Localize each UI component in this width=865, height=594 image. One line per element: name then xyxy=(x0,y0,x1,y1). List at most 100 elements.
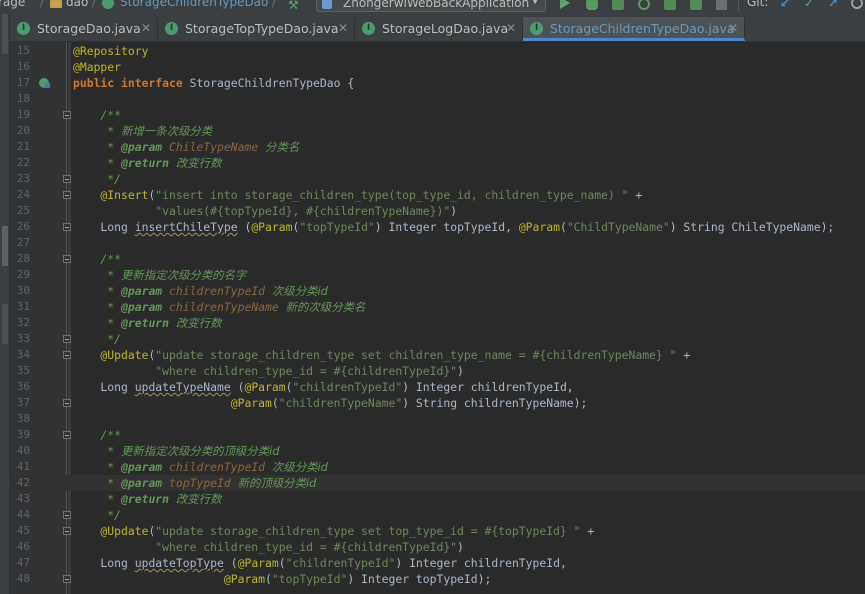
debug-icon[interactable] xyxy=(586,0,598,10)
code-line[interactable]: 26 Long insertChileType (@Param("topType… xyxy=(10,219,865,235)
code-line[interactable]: 48 @Param("topTypeId") Integer topTypeId… xyxy=(10,571,865,587)
run-configuration-dropdown[interactable]: ZhongerwiWebBackApplication ▼ xyxy=(316,0,546,12)
fold-toggle-icon[interactable] xyxy=(63,527,71,535)
line-number[interactable]: 44 xyxy=(10,507,30,523)
code-line[interactable]: 34 @Update("update storage_children_type… xyxy=(10,347,865,363)
project-tool-button[interactable] xyxy=(2,14,8,54)
line-number[interactable]: 31 xyxy=(10,299,30,315)
tab-storage-children-type-dao[interactable]: I StorageChildrenTypeDao.java ✕ xyxy=(523,17,745,41)
line-number[interactable]: 16 xyxy=(10,59,30,75)
code-line[interactable]: 35 "where children_type_id = #{childrenT… xyxy=(10,363,865,379)
tab-storage-log-dao[interactable]: I StorageLogDao.java ✕ xyxy=(355,17,523,41)
code-line[interactable]: 23 */ xyxy=(10,171,865,187)
code-line[interactable]: 43 * @return 改变行数 xyxy=(10,491,865,507)
line-number[interactable]: 32 xyxy=(10,315,30,331)
line-number[interactable]: 24 xyxy=(10,187,30,203)
line-number[interactable]: 30 xyxy=(10,283,30,299)
code-line[interactable]: 21 * @param ChileTypeName 分类名 xyxy=(10,139,865,155)
code-line[interactable]: 40 * 更新指定次级分类的顶级分类id xyxy=(10,443,865,459)
code-line[interactable]: 41 * @param childrenTypeId 次级分类id xyxy=(10,459,865,475)
fold-toggle-icon[interactable] xyxy=(63,511,71,519)
line-number[interactable]: 25 xyxy=(10,203,30,219)
line-number[interactable]: 27 xyxy=(10,235,30,251)
code-line[interactable]: 33 */ xyxy=(10,331,865,347)
code-line[interactable]: 27 xyxy=(10,235,865,251)
stop-icon[interactable] xyxy=(716,0,727,10)
fold-toggle-icon[interactable] xyxy=(63,575,71,583)
line-number[interactable]: 29 xyxy=(10,267,30,283)
tab-storage-dao[interactable]: I StorageDao.java ✕ xyxy=(10,17,158,41)
fold-toggle-icon[interactable] xyxy=(63,399,71,407)
run-icon[interactable] xyxy=(560,0,570,9)
line-number[interactable]: 35 xyxy=(10,363,30,379)
line-number[interactable]: 22 xyxy=(10,155,30,171)
vcs-history-icon[interactable] xyxy=(851,0,863,9)
code-line[interactable]: 42 * @param topTypeId 新的顶级分类id xyxy=(10,475,865,491)
attach-icon[interactable] xyxy=(690,0,702,10)
fold-toggle-icon[interactable] xyxy=(63,111,71,119)
code-line[interactable]: 39 /** xyxy=(10,427,865,443)
line-number[interactable]: 18 xyxy=(10,91,30,107)
line-number[interactable]: 39 xyxy=(10,427,30,443)
code-line[interactable]: 15 @Repository xyxy=(10,43,865,59)
line-number[interactable]: 17 xyxy=(10,75,30,91)
line-number[interactable]: 46 xyxy=(10,539,30,555)
line-number[interactable]: 34 xyxy=(10,347,30,363)
breadcrumb-project[interactable]: rage xyxy=(0,0,25,9)
vcs-push-icon[interactable]: ↗ xyxy=(828,0,838,10)
line-number[interactable]: 33 xyxy=(10,331,30,347)
line-number[interactable]: 41 xyxy=(10,459,30,475)
code-line[interactable]: 18 xyxy=(10,91,865,107)
close-icon[interactable]: ✕ xyxy=(506,21,516,35)
code-line[interactable]: 37 @Param("childrenTypeName") String chi… xyxy=(10,395,865,411)
code-line[interactable]: 32 * @return 改变行数 xyxy=(10,315,865,331)
code-line[interactable]: 47 Long updateTopType (@Param("childrenT… xyxy=(10,555,865,571)
code-line[interactable]: 38 xyxy=(10,411,865,427)
close-icon[interactable]: ✕ xyxy=(728,21,738,35)
line-number[interactable]: 37 xyxy=(10,395,30,411)
fold-toggle-icon[interactable] xyxy=(63,223,71,231)
hammer-icon[interactable]: ⚒ xyxy=(288,0,302,12)
fold-toggle-icon[interactable] xyxy=(63,175,71,183)
code-line[interactable]: 17 public interface StorageChildrenTypeDa… xyxy=(10,75,865,91)
line-number[interactable]: 47 xyxy=(10,555,30,571)
fold-toggle-icon[interactable] xyxy=(63,351,71,359)
line-number[interactable]: 38 xyxy=(10,411,30,427)
line-number[interactable]: 36 xyxy=(10,379,30,395)
line-number[interactable]: 20 xyxy=(10,123,30,139)
line-number[interactable]: 43 xyxy=(10,491,30,507)
vcs-update-icon[interactable]: ↙ xyxy=(780,0,790,10)
line-number[interactable]: 42 xyxy=(10,475,30,491)
code-line[interactable]: 19 /** xyxy=(10,107,865,123)
code-line[interactable]: 16 @Mapper xyxy=(10,59,865,75)
line-number[interactable]: 45 xyxy=(10,523,30,539)
profile-icon[interactable] xyxy=(638,0,650,10)
code-line[interactable]: 31 * @param childrenTypeName 新的次级分类名 xyxy=(10,299,865,315)
line-number[interactable]: 48 xyxy=(10,571,30,587)
close-icon[interactable]: ✕ xyxy=(338,21,348,35)
build-icon[interactable] xyxy=(664,0,676,10)
code-line[interactable]: 45 @Update("update storage_children_type… xyxy=(10,523,865,539)
fold-toggle-icon[interactable] xyxy=(63,335,71,343)
line-number[interactable]: 15 xyxy=(10,43,30,59)
coverage-icon[interactable] xyxy=(612,0,624,10)
code-line[interactable]: 22 * @return 改变行数 xyxy=(10,155,865,171)
implemented-by-icon[interactable] xyxy=(39,78,50,88)
breadcrumb-file[interactable]: StorageChildrenTypeDao xyxy=(120,0,268,9)
line-number[interactable]: 21 xyxy=(10,139,30,155)
code-editor[interactable]: 15 @Repository 16 @Mapper 17 public interface… xyxy=(10,42,865,594)
line-number[interactable]: 23 xyxy=(10,171,30,187)
code-line[interactable]: 46 "where children_type_id = #{childrenT… xyxy=(10,539,865,555)
favorites-tool-button[interactable] xyxy=(2,304,8,344)
code-line[interactable]: 30 * @param childrenTypeId 次级分类id xyxy=(10,283,865,299)
breadcrumb-folder[interactable]: dao xyxy=(66,0,88,9)
code-line[interactable]: 29 * 更新指定次级分类的名字 xyxy=(10,267,865,283)
fold-toggle-icon[interactable] xyxy=(63,255,71,263)
code-line[interactable]: 20 * 新增一条次级分类 xyxy=(10,123,865,139)
line-number[interactable]: 26 xyxy=(10,219,30,235)
code-line[interactable]: 36 Long updateTypeName (@Param("children… xyxy=(10,379,865,395)
fold-toggle-icon[interactable] xyxy=(63,191,71,199)
code-line[interactable]: 24 @Insert("insert into storage_children… xyxy=(10,187,865,203)
tab-storage-top-type-dao[interactable]: I StorageTopTypeDao.java ✕ xyxy=(158,17,355,41)
code-line[interactable]: 28 /** xyxy=(10,251,865,267)
